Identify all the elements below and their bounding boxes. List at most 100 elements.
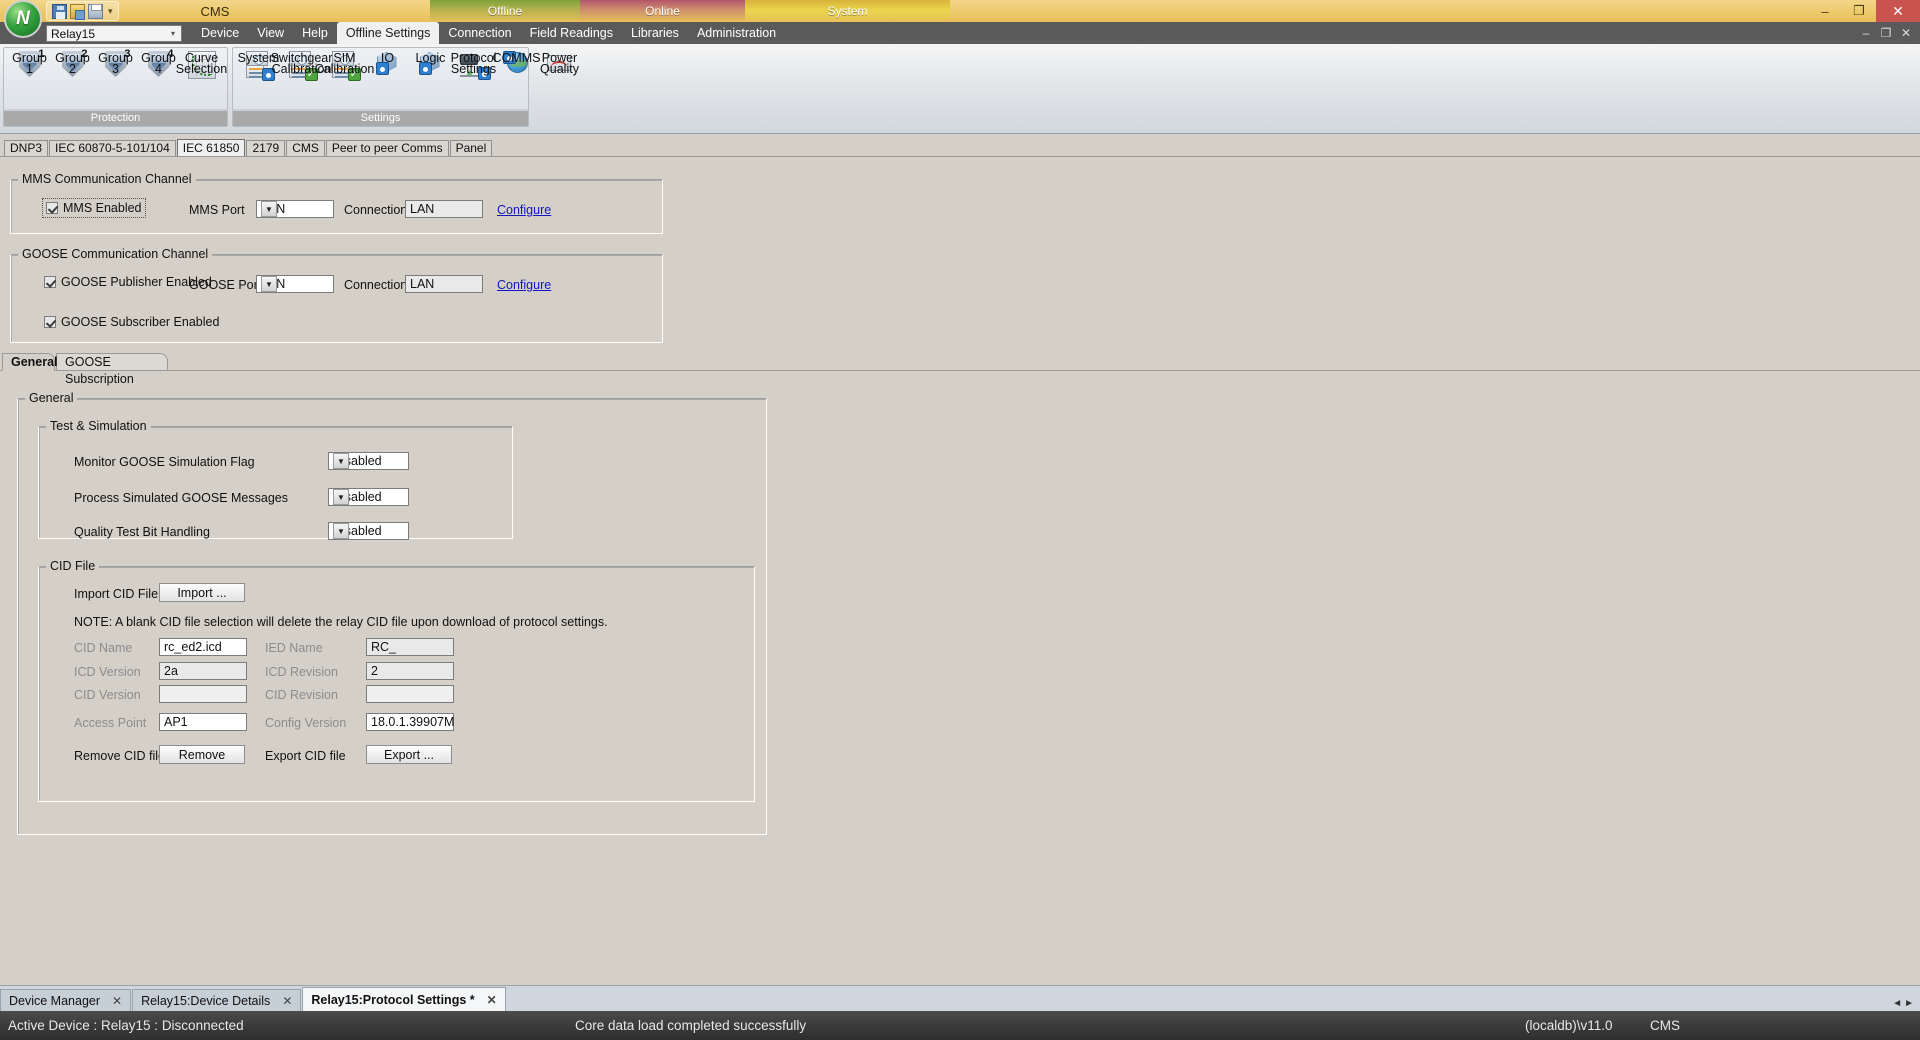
status-app-name: CMS: [1650, 1018, 1680, 1033]
access-point-field[interactable]: AP1: [159, 713, 247, 731]
config-version-label: Config Version: [265, 716, 347, 730]
goose-connection-label: Connection: [344, 278, 408, 292]
doc-tab-relay15-device-details[interactable]: Relay15:Device Details ✕: [132, 989, 302, 1011]
menu-item-libraries[interactable]: Libraries: [622, 22, 688, 44]
close-icon[interactable]: ✕: [282, 994, 292, 1008]
prev-tab-icon[interactable]: ◄: [1892, 998, 1902, 1009]
ribbon-button-protocol-settings[interactable]: Protocol Settings: [451, 51, 496, 80]
monitor-goose-simulation-flag-combobox[interactable]: Disabled ▼: [328, 452, 409, 470]
ribbon-button-comms[interactable]: COMMS: [493, 51, 540, 77]
inner-close-button[interactable]: ✕: [1896, 22, 1916, 44]
application-orb-icon[interactable]: N: [4, 0, 42, 38]
inner-minimize-button[interactable]: –: [1856, 22, 1876, 44]
mms-connection-value[interactable]: LAN: [405, 200, 483, 218]
device-selector-combobox[interactable]: Relay15 ▾: [46, 25, 182, 42]
cid-version-field[interactable]: [159, 685, 247, 703]
ied-name-field[interactable]: RC_: [366, 638, 454, 656]
tab-general[interactable]: General: [2, 353, 58, 371]
protocol-tab-cms[interactable]: CMS: [286, 140, 325, 156]
goose-port-combobox[interactable]: LAN ▼: [256, 275, 334, 293]
doc-tab-relay15-protocol-settings[interactable]: Relay15:Protocol Settings * ✕: [302, 987, 506, 1011]
checkbox-box: [44, 316, 56, 328]
status-bar: Active Device : Relay15 : Disconnected C…: [0, 1011, 1920, 1040]
goose-subscriber-label: GOOSE Subscriber Enabled: [61, 315, 220, 329]
menu-item-connection[interactable]: Connection: [439, 22, 520, 44]
ribbon-button-group-1-label: Group 1: [12, 52, 47, 76]
label-line-2: Selection: [175, 62, 228, 76]
quick-access-caret-icon[interactable]: ▾: [106, 6, 113, 17]
protocol-tab-iec-60870[interactable]: IEC 60870-5-101/104: [49, 140, 176, 156]
menu-item-field-readings[interactable]: Field Readings: [521, 22, 622, 44]
icd-revision-field[interactable]: 2: [366, 662, 454, 680]
chevron-down-icon[interactable]: ▾: [165, 29, 181, 38]
goose-connection-value[interactable]: LAN: [405, 275, 483, 293]
ribbon-button-group-2[interactable]: 2 Group 2: [51, 49, 94, 81]
ribbon-button-group-3[interactable]: 3 Group 3: [94, 49, 137, 81]
mms-enabled-label: MMS Enabled: [63, 201, 142, 215]
protocol-tab-iec-61850[interactable]: IEC 61850: [176, 139, 246, 156]
import-cid-file-label: Import CID File: [74, 587, 159, 601]
protocol-tab-2179[interactable]: 2179: [246, 140, 286, 156]
label-line-2: 4: [155, 62, 162, 76]
open-icon[interactable]: [70, 3, 85, 20]
cid-revision-field[interactable]: [366, 685, 454, 703]
doc-tab-device-manager[interactable]: Device Manager ✕: [0, 989, 132, 1011]
menu-item-device[interactable]: Device: [192, 22, 248, 44]
checkbox-box: [44, 276, 56, 288]
icd-version-field[interactable]: 2a: [159, 662, 247, 680]
quality-test-bit-handling-combobox[interactable]: Disabled ▼: [328, 522, 409, 540]
mms-port-combobox[interactable]: LAN ▼: [256, 200, 334, 218]
cid-name-field[interactable]: rc_ed2.icd: [159, 638, 247, 656]
ribbon-button-group-1[interactable]: 1 Group 1: [8, 49, 51, 81]
goose-publisher-enabled-checkbox[interactable]: GOOSE Publisher Enabled: [44, 275, 212, 289]
chevron-down-icon[interactable]: ▼: [333, 489, 349, 505]
ied-name-label: IED Name: [265, 641, 323, 655]
mms-configure-link[interactable]: Configure: [497, 203, 551, 217]
ribbon-button-group-4-label: Group 4: [141, 52, 176, 76]
goose-subscriber-enabled-checkbox[interactable]: GOOSE Subscriber Enabled: [44, 315, 219, 329]
save-icon[interactable]: [52, 3, 67, 19]
menu-item-administration[interactable]: Administration: [688, 22, 785, 44]
ribbon-group-settings: System ✓ Switchgear Calibration ✓ SIM Ca…: [232, 47, 579, 127]
goose-configure-link[interactable]: Configure: [497, 278, 551, 292]
close-icon[interactable]: ✕: [487, 993, 497, 1007]
ribbon-button-curve-selection-label: Curve Selection: [175, 52, 228, 76]
menu-item-offline-settings[interactable]: Offline Settings: [336, 22, 440, 44]
goose-group-legend: GOOSE Communication Channel: [18, 247, 213, 261]
ribbon-button-power-quality[interactable]: Power Quality: [538, 51, 581, 77]
chevron-down-icon[interactable]: ▼: [333, 523, 349, 539]
chevron-down-icon[interactable]: ▼: [261, 276, 277, 292]
label-line-2: 2: [69, 62, 76, 76]
print-preview-icon[interactable]: [88, 3, 103, 19]
close-button[interactable]: ✕: [1876, 0, 1920, 22]
ribbon-button-logic[interactable]: Logic: [409, 51, 452, 77]
test-simulation-legend: Test & Simulation: [46, 419, 151, 433]
config-version-field[interactable]: 18.0.1.39907M: [366, 713, 454, 731]
process-simulated-goose-messages-combobox[interactable]: Disabled ▼: [328, 488, 409, 506]
close-icon[interactable]: ✕: [112, 994, 122, 1008]
next-tab-icon[interactable]: ►: [1904, 998, 1914, 1009]
mms-enabled-checkbox[interactable]: MMS Enabled: [42, 198, 146, 218]
ribbon-button-curve-selection[interactable]: Curve Selection: [176, 51, 227, 79]
ribbon-button-sim-calibration[interactable]: ✓ SIM Calibration: [315, 51, 374, 81]
restore-button[interactable]: ❐: [1842, 0, 1876, 22]
menu-items: Device View Help Offline Settings Connec…: [192, 22, 785, 44]
protocol-tab-dnp3[interactable]: DNP3: [4, 140, 49, 156]
export-cid-button[interactable]: Export ...: [366, 745, 452, 764]
chevron-down-icon[interactable]: ▼: [261, 201, 277, 217]
menu-item-view[interactable]: View: [248, 22, 293, 44]
protocol-tab-panel[interactable]: Panel: [449, 140, 493, 156]
mms-port-label: MMS Port: [189, 203, 245, 217]
label-line-2: 3: [112, 62, 119, 76]
import-cid-button[interactable]: Import ...: [159, 583, 245, 602]
tab-goose-subscription[interactable]: GOOSE Subscription: [56, 353, 168, 386]
chevron-down-icon[interactable]: ▼: [333, 453, 349, 469]
protocol-tab-peer-to-peer-comms[interactable]: Peer to peer Comms: [325, 140, 449, 156]
document-tab-bar: Device Manager ✕ Relay15:Device Details …: [0, 985, 1920, 1011]
general-group: General Test & Simulation Monitor GOOSE …: [17, 391, 767, 835]
remove-cid-button[interactable]: Remove: [159, 745, 245, 764]
inner-restore-button[interactable]: ❐: [1876, 22, 1896, 44]
ribbon-button-group-4[interactable]: 4 Group 4: [137, 49, 180, 81]
minimize-button[interactable]: –: [1808, 0, 1842, 22]
menu-item-help[interactable]: Help: [293, 22, 337, 44]
